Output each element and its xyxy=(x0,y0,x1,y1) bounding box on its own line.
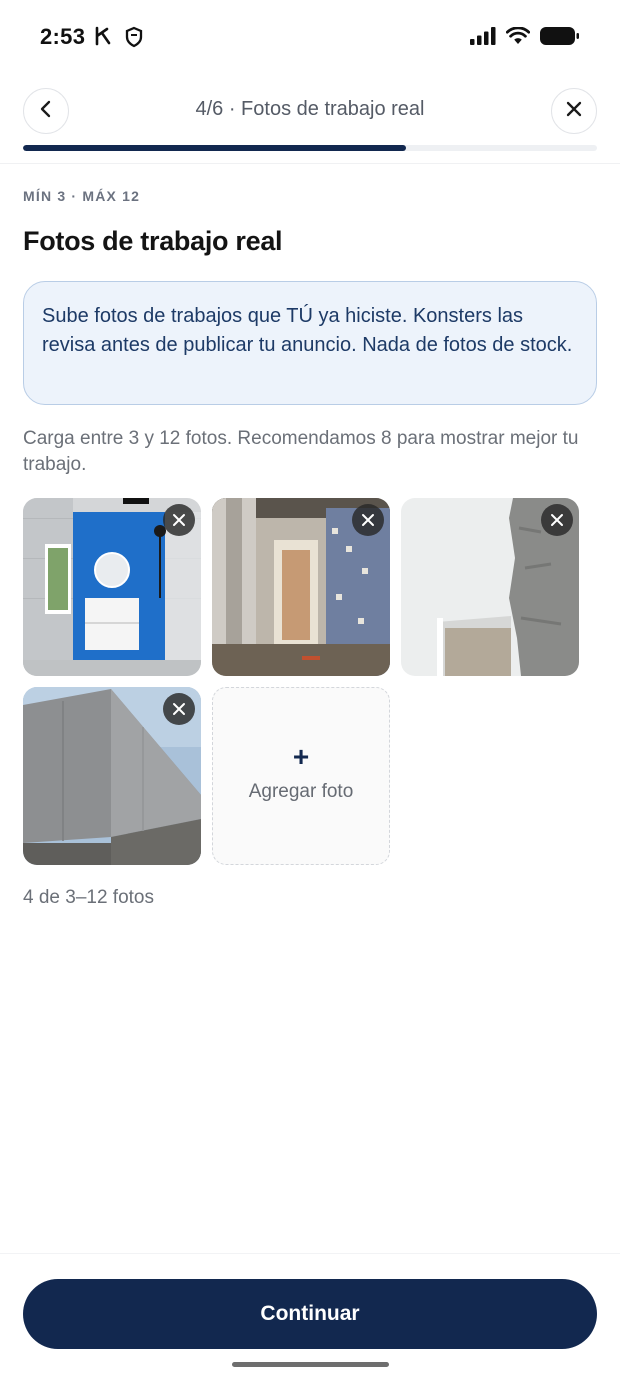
close-icon xyxy=(564,99,584,124)
home-indicator xyxy=(232,1362,389,1367)
remove-photo-button[interactable] xyxy=(541,504,573,536)
battery-icon xyxy=(540,26,580,51)
bathroom-renovation-photo[interactable] xyxy=(23,498,201,676)
remove-photo-button[interactable] xyxy=(352,504,384,536)
remove-photo-button[interactable] xyxy=(163,693,195,725)
chevron-left-icon xyxy=(36,99,56,124)
page-title: Fotos de trabajo real xyxy=(23,226,283,256)
helper-text: Carga entre 3 y 12 fotos. Recomendamos 8… xyxy=(23,428,579,475)
plus-icon: + xyxy=(292,741,310,772)
continue-button[interactable]: Continuar xyxy=(23,1279,597,1349)
back-button[interactable] xyxy=(23,88,69,134)
progress-bar xyxy=(23,145,597,151)
navigation-arrow-icon xyxy=(93,26,113,51)
wifi-icon xyxy=(505,26,531,50)
cellular-signal-icon xyxy=(470,27,496,50)
photo-count: 4 de 3–12 fotos xyxy=(23,887,154,908)
hallway-construction-photo[interactable] xyxy=(212,498,390,676)
divider xyxy=(0,163,620,164)
add-photo-button[interactable]: + Agregar foto xyxy=(212,687,390,865)
status-bar: 2:53 xyxy=(0,0,620,72)
plastered-wall-photo[interactable] xyxy=(401,498,579,676)
close-button[interactable] xyxy=(551,88,597,134)
remove-photo-button[interactable] xyxy=(163,504,195,536)
add-photo-label: Agregar foto xyxy=(248,781,354,802)
shield-icon xyxy=(124,26,144,53)
min-max-label: MÍN 3 · MÁX 12 xyxy=(23,188,141,204)
progress-fill xyxy=(23,145,406,151)
status-time: 2:53 xyxy=(40,24,86,49)
info-text: Sube fotos de trabajos que TÚ ya hiciste… xyxy=(42,305,573,356)
header: 4/6 · Fotos de trabajo real xyxy=(23,88,597,134)
step-title: 4/6 · Fotos de trabajo real xyxy=(195,98,425,120)
info-callout: Sube fotos de trabajos que TÚ ya hiciste… xyxy=(23,281,597,405)
concrete-wall-photo[interactable] xyxy=(23,687,201,865)
footer-divider xyxy=(0,1253,620,1254)
